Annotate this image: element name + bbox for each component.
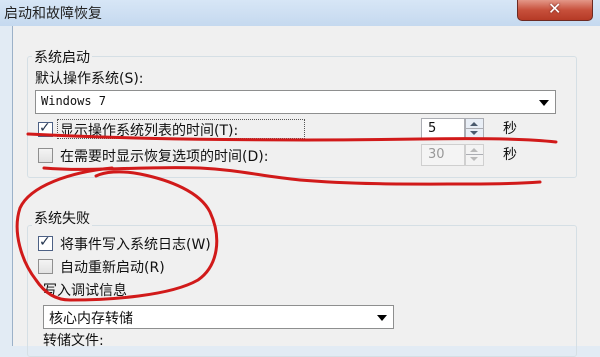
show-recovery-seconds-value: 30 [428,147,445,162]
show-os-list-unit: 秒 [503,121,517,137]
spinner-divider [466,154,483,155]
spin-up-icon[interactable] [470,148,478,152]
show-os-list-checkbox[interactable]: ✓ [38,120,53,137]
spin-down-icon[interactable] [470,157,478,161]
dialog-client: 系统启动 默认操作系统(S): Windows 7 ✓ 显示操作系统列表的时间(… [12,26,600,357]
write-event-label: 将事件写入系统日志(W) [60,237,211,253]
show-recovery-label: 在需要时显示恢复选项的时间(D): [60,149,269,165]
default-os-label: 默认操作系统(S): [35,71,144,87]
title-bar: 启动和故障恢复 ✕ [0,0,600,26]
default-os-value: Windows 7 [41,94,107,108]
show-recovery-seconds-input[interactable]: 30 [421,144,465,166]
startup-group-label: 系统启动 [32,47,92,67]
close-button[interactable]: ✕ [517,0,593,21]
spin-up-icon[interactable] [470,122,478,126]
checkmark-icon: ✓ [39,120,51,136]
auto-restart-checkbox[interactable] [38,259,53,274]
debug-info-label: 写入调试信息 [43,283,127,299]
show-os-list-seconds-value: 5 [428,121,437,136]
default-os-dropdown[interactable]: Windows 7 [35,90,556,114]
debug-info-value: 核心内存转储 [49,311,133,327]
dropdown-arrow-icon [377,315,387,321]
show-os-list-seconds-input[interactable]: 5 [421,118,465,140]
show-os-list-label: 显示操作系统列表的时间(T): [60,123,239,139]
checkmark-icon: ✓ [39,234,51,250]
show-recovery-spinner[interactable] [465,144,484,166]
auto-restart-label: 自动重新启动(R) [60,260,165,276]
spin-down-icon[interactable] [470,131,478,135]
failure-group-label: 系统失败 [32,208,92,228]
spinner-divider [466,128,483,129]
dump-file-label: 转储文件: [43,333,104,349]
dropdown-arrow-icon [539,100,549,106]
window-title: 启动和故障恢复 [4,6,102,22]
show-recovery-checkbox[interactable] [38,148,53,163]
close-icon: ✕ [548,0,562,18]
show-os-list-spinner[interactable] [465,118,484,140]
debug-info-dropdown[interactable]: 核心内存转储 [43,305,394,329]
show-recovery-unit: 秒 [503,147,517,163]
write-event-checkbox[interactable]: ✓ [38,234,53,251]
